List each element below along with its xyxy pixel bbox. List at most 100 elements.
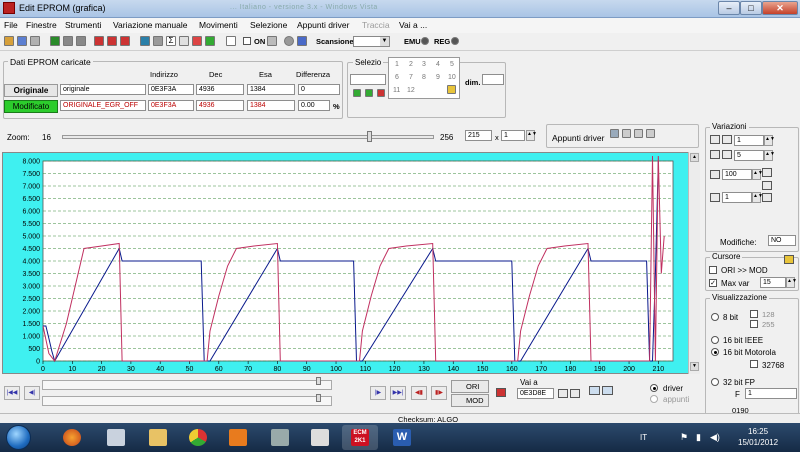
max-var-checkbox[interactable]: ✓ — [709, 279, 717, 287]
originale-dec-field[interactable]: 4936 — [196, 84, 244, 95]
nav-mark-button[interactable]: ◀▮ — [411, 386, 427, 400]
chart-vertical-scrollbar[interactable]: ▲ ▼ — [688, 152, 700, 374]
network-icon[interactable]: ▮ — [696, 432, 701, 443]
nav-mark-next-button[interactable]: ▮▶ — [431, 386, 447, 400]
grey-tool-2-icon[interactable] — [76, 36, 86, 46]
originale-indirizzo-field[interactable]: 0E3F3A — [148, 84, 194, 95]
var-set-spinner[interactable]: ▲▼ — [752, 169, 763, 180]
task-explorer[interactable] — [140, 425, 176, 450]
reg-gear-icon[interactable] — [451, 37, 459, 45]
modificato-dec-field[interactable]: 4936 — [196, 100, 244, 111]
nav-scroll-top-thumb[interactable] — [316, 377, 321, 385]
originale-button[interactable]: Originale — [4, 84, 58, 97]
appunti-clear-icon[interactable] — [634, 129, 643, 138]
originale-differenza-field[interactable]: 0 — [298, 84, 340, 95]
selezione-field[interactable] — [350, 74, 386, 85]
window-icon[interactable] — [226, 36, 236, 46]
file-icon[interactable] — [179, 36, 189, 46]
cursore-lock-icon[interactable] — [784, 255, 794, 264]
zoom-slider-track[interactable] — [62, 135, 434, 139]
sigma-icon[interactable]: Σ — [166, 36, 176, 46]
popup-item[interactable]: 2 — [409, 61, 413, 68]
table-icon[interactable] — [107, 36, 117, 46]
popup-item[interactable]: 3 — [422, 61, 426, 68]
nav-scroll-bottom-thumb[interactable] — [316, 394, 321, 402]
popup-item[interactable]: 10 — [448, 74, 456, 81]
export-icon[interactable] — [297, 36, 307, 46]
eprom-line-chart[interactable]: 05001.0001.5002.0002.5003.0003.5004.0004… — [3, 153, 689, 373]
arrow-icon[interactable] — [192, 36, 202, 46]
green-icon[interactable] — [205, 36, 215, 46]
appunti-copy-icon[interactable] — [610, 129, 619, 138]
scroll-down-arrow-icon[interactable]: ▼ — [690, 362, 699, 371]
task-calculator[interactable] — [98, 425, 134, 450]
task-ecm2k1[interactable]: ECM 2K1 — [342, 425, 378, 450]
max-var-spinner[interactable]: ▲▼ — [786, 277, 797, 288]
menu-strumenti[interactable]: Strumenti — [65, 20, 101, 30]
modificato-differenza-field[interactable]: 0.00 — [298, 100, 330, 111]
var-sub-icon[interactable] — [722, 135, 732, 144]
var-pct-sub-icon[interactable] — [722, 150, 732, 159]
dim-field[interactable] — [482, 74, 504, 85]
var-pct-spinner[interactable]: ▲▼ — [764, 150, 775, 161]
emu-gear-icon[interactable] — [421, 37, 429, 45]
task-chrome[interactable] — [180, 425, 216, 450]
open-icon[interactable] — [4, 36, 14, 46]
menu-file[interactable]: File — [4, 20, 18, 30]
var-mult-icon[interactable] — [710, 193, 720, 202]
sel-mid-icon[interactable] — [365, 89, 373, 97]
appunti-delete-icon[interactable] — [646, 129, 655, 138]
ori-button[interactable]: ORI — [451, 380, 489, 393]
var-pct-field[interactable]: 5 — [734, 150, 764, 161]
popup-item[interactable]: 8 — [422, 74, 426, 81]
clock-time[interactable]: 16:25 — [748, 427, 768, 436]
popup-item[interactable]: 5 — [450, 61, 454, 68]
menu-vai-a[interactable]: Vai a ... — [399, 20, 427, 30]
close-button[interactable]: ✕ — [762, 1, 798, 15]
task-word[interactable]: W — [384, 425, 420, 450]
var-add-icon[interactable] — [710, 135, 720, 144]
zoom-slider-thumb[interactable] — [367, 131, 372, 142]
modificato-button[interactable]: Modificato — [4, 100, 58, 113]
scroll-up-arrow-icon[interactable]: ▲ — [690, 153, 699, 162]
driver-radio[interactable] — [650, 384, 658, 392]
gear-icon[interactable] — [284, 36, 294, 46]
goto-back-icon[interactable] — [570, 389, 580, 398]
radio-16bit-motorola[interactable] — [711, 348, 719, 356]
edit-icon[interactable] — [153, 36, 163, 46]
scansione-select[interactable]: ▼ — [353, 36, 390, 47]
goto-icon[interactable] — [558, 389, 568, 398]
popup-item[interactable]: 11 — [393, 87, 400, 94]
nav-scroll-bottom[interactable] — [42, 396, 332, 406]
flag-tray-icon[interactable]: ⚑ — [680, 432, 688, 443]
vai-a-field[interactable]: 0E3D8E — [517, 388, 554, 399]
popup-item[interactable]: 1 — [395, 61, 399, 68]
popup-item[interactable]: 12 — [407, 87, 415, 94]
var-mult-apply-icon[interactable] — [762, 193, 772, 202]
radio-8bit[interactable] — [711, 313, 719, 321]
popup-action-icon[interactable] — [447, 85, 456, 94]
save-as-icon[interactable] — [30, 36, 40, 46]
radio-16bit-ieee[interactable] — [711, 336, 719, 344]
var-mult-field[interactable]: 1 — [722, 192, 752, 203]
max-var-field[interactable]: 15 — [760, 277, 786, 288]
flag-icon[interactable] — [496, 388, 506, 397]
task-outlook[interactable] — [220, 425, 256, 450]
popup-item[interactable]: 9 — [436, 74, 440, 81]
var-mult-spinner[interactable]: ▲▼ — [752, 192, 763, 203]
modificato-indirizzo-field[interactable]: 0E3F3A — [148, 100, 194, 111]
maximize-button[interactable]: □ — [740, 1, 762, 15]
var-set-icon[interactable] — [710, 170, 720, 179]
var-apply-icon[interactable] — [762, 168, 772, 177]
task-firefox[interactable] — [54, 425, 90, 450]
nav-prev-page-button[interactable]: ◀| — [24, 386, 40, 400]
menu-variazione-manuale[interactable]: Variazione manuale — [113, 20, 188, 30]
ori-mod-checkbox[interactable] — [709, 266, 717, 274]
nav-next-page-button[interactable]: |▶ — [370, 386, 386, 400]
language-indicator[interactable]: IT — [640, 433, 647, 442]
originale-esa-field[interactable]: 1384 — [247, 84, 295, 95]
menu-finestre[interactable]: Finestre — [26, 20, 57, 30]
save-icon[interactable] — [17, 36, 27, 46]
appunti-paste-icon[interactable] — [622, 129, 631, 138]
minimize-button[interactable]: – — [718, 1, 740, 15]
